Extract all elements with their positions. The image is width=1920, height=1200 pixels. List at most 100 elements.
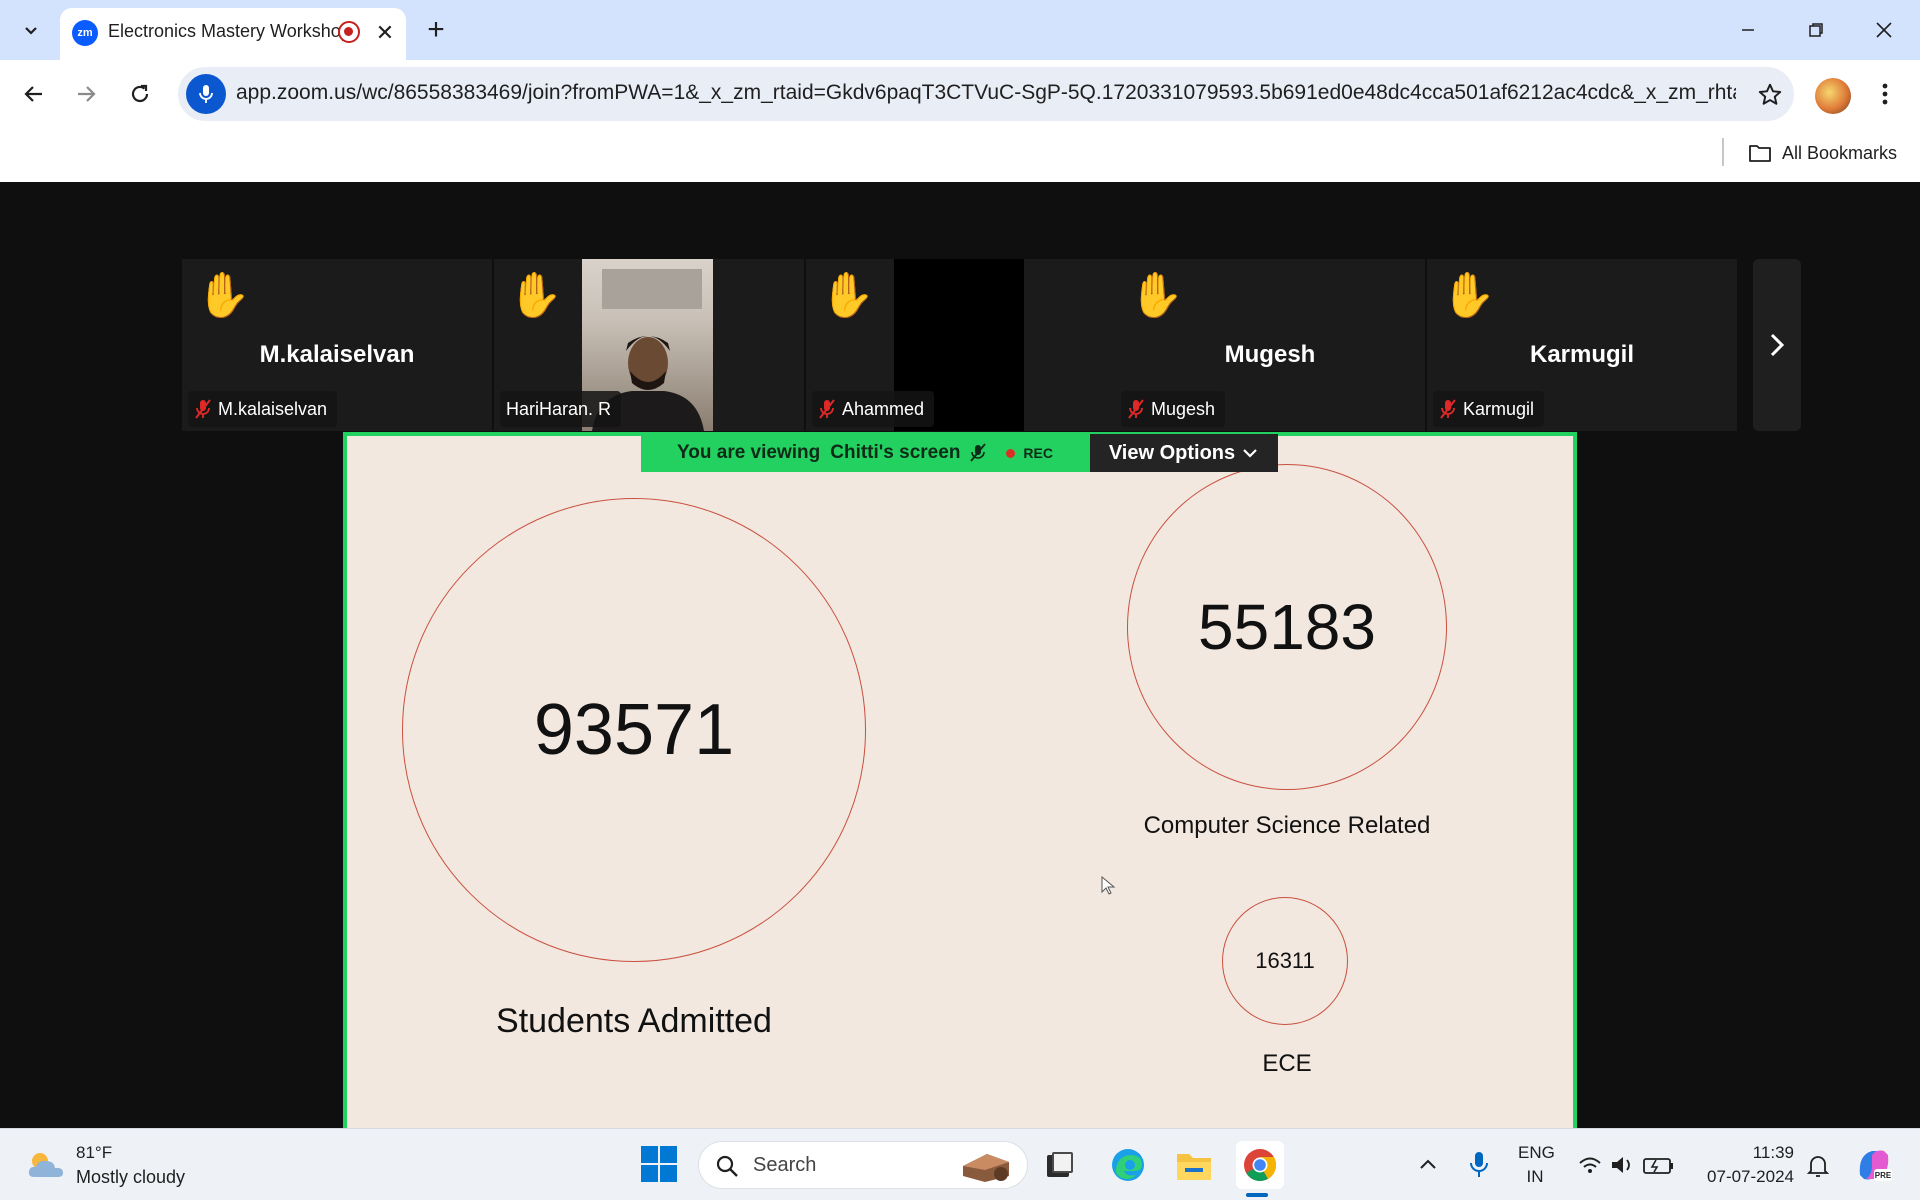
participant-display-name: Mugesh [1224,341,1316,368]
participant-tile[interactable]: ✋ Mugesh Mugesh [1115,259,1425,431]
star-icon [1758,83,1782,105]
participant-tag-label: Ahammed [842,398,925,419]
tab-close-button[interactable]: ✕ [372,20,398,46]
microphone-icon [199,85,213,103]
muted-mic-icon [970,443,987,462]
browser-tab[interactable]: zm Electronics Mastery Workshop ✕ [60,8,406,60]
minimize-button[interactable] [1718,8,1778,52]
participant-tag-label: M.kalaiselvan [218,398,328,419]
chrome-icon [1244,1149,1277,1182]
raised-hand-icon: ✋ [1129,271,1184,320]
muted-mic-icon [819,399,835,419]
bubble-ece: 16311 [1222,897,1348,1025]
bookmarks-divider [1722,138,1724,166]
taskbar-file-explorer[interactable] [1170,1141,1218,1189]
participant-tag-label: Mugesh [1151,398,1216,419]
chevron-down-icon [25,27,37,35]
wifi-volume-battery-icon[interactable] [1578,1151,1678,1179]
screen-share-banner: You are viewing Chitti's screen REC [641,434,1090,472]
raised-hand-icon: ✋ [1441,271,1496,320]
minimize-icon [1742,29,1754,31]
zoom-favicon-icon: zm [72,20,98,46]
view-options-label: View Options [1108,441,1236,464]
bookmarks-bar: All Bookmarks [0,126,1920,182]
windows-start-icon[interactable] [640,1145,678,1183]
address-bar[interactable]: app.zoom.us/wc/86558383469/join?fromPWA=… [178,67,1794,121]
svg-text:PRE: PRE [1875,1171,1892,1180]
reload-button[interactable] [118,72,162,116]
arrow-left-icon [24,86,42,102]
muted-mic-icon [1128,399,1144,419]
new-tab-button[interactable]: + [418,13,454,49]
participant-name-tag: HariHaran. R [500,391,622,427]
bubble-label: Computer Science Related [1143,812,1431,839]
participant-name-tag: Karmugil [1433,391,1545,427]
taskbar-edge[interactable] [1104,1141,1152,1189]
bookmark-star-button[interactable] [1754,79,1786,111]
muted-mic-icon [195,399,211,419]
participant-tag-label: HariHaran. R [506,398,612,419]
folder-icon [1177,1154,1211,1180]
tab-strip: zm Electronics Mastery Workshop ✕ + [0,0,1920,60]
notification-bell-icon[interactable] [1806,1151,1830,1179]
search-icon [716,1155,738,1177]
search-highlight-icon [963,1154,1009,1182]
taskbar-chrome[interactable] [1236,1141,1284,1189]
participant-display-name: Karmugil [1529,341,1634,368]
view-options-button[interactable]: View Options [1090,434,1278,472]
more-vertical-icon [1882,83,1888,105]
reload-icon [131,84,149,103]
recording-indicator-icon [338,21,360,43]
recording-dot-icon [1006,448,1016,458]
restore-icon [1809,23,1823,37]
rec-label: REC [1023,445,1053,461]
language-indicator[interactable]: ENG [1518,1143,1555,1163]
tab-search-button[interactable] [14,12,48,48]
weather-description[interactable]: Mostly cloudy [76,1167,185,1188]
browser-menu-button[interactable] [1870,74,1900,114]
folder-icon [1749,145,1771,162]
bubble-label: Students Admitted [496,1002,772,1040]
cloudy-weather-icon[interactable] [26,1149,66,1181]
participant-display-name: M.kalaiselvan [259,341,415,368]
chevron-down-icon [1243,449,1257,458]
participant-tile[interactable]: ✋ M.kalaiselvan M.kalaiselvan [182,259,492,431]
next-participants-button[interactable] [1753,259,1801,431]
copilot-icon[interactable]: PRE [1854,1145,1894,1185]
muted-mic-icon [1440,399,1456,419]
clock-time[interactable]: 11:39 [1700,1143,1794,1163]
zoom-meeting-area: ✋ M.kalaiselvan M.kalaiselvan ✋ HariHara… [0,182,1920,1128]
chevron-up-icon[interactable] [1416,1151,1440,1179]
shared-screen: 93571 Students Admitted 55183 Computer S… [343,432,1577,1128]
raised-hand-icon: ✋ [196,271,251,320]
participant-tag-label: Karmugil [1463,398,1535,419]
bubble-computer-science: 55183 [1127,464,1447,790]
edge-icon [1112,1149,1144,1181]
close-window-button[interactable] [1854,8,1914,52]
raised-hand-icon: ✋ [820,271,875,320]
mouse-cursor-icon [1101,876,1116,895]
back-button[interactable] [12,72,56,116]
url-text[interactable]: app.zoom.us/wc/86558383469/join?fromPWA=… [236,81,1736,105]
microphone-in-use-icon[interactable] [186,74,226,114]
forward-button[interactable] [64,72,108,116]
taskbar-search-box[interactable]: Search [698,1141,1028,1189]
windows-taskbar: 81°F Mostly cloudy Search ENG IN 11:39 0… [0,1128,1920,1200]
browser-toolbar: app.zoom.us/wc/86558383469/join?fromPWA=… [0,60,1920,126]
all-bookmarks-label: All Bookmarks [1782,142,1898,163]
restore-button[interactable] [1786,8,1846,52]
bubble-value: 93571 [533,690,735,770]
task-view-icon [1047,1152,1073,1177]
language-region[interactable]: IN [1518,1167,1552,1187]
taskbar-task-view[interactable] [1036,1141,1084,1189]
weather-temperature[interactable]: 81°F [76,1143,112,1163]
chevron-right-icon [1770,333,1785,357]
bubble-value: 55183 [1198,591,1376,663]
microphone-icon[interactable] [1466,1149,1492,1181]
all-bookmarks-button[interactable]: All Bookmarks [1748,138,1897,168]
participant-name-tag: Ahammed [812,391,935,427]
participant-tile[interactable]: ✋ Karmugil Karmugil [1427,259,1737,431]
clock-date[interactable]: 07-07-2024 [1700,1167,1794,1187]
participant-name-tag: Mugesh [1121,391,1226,427]
profile-avatar[interactable] [1815,78,1851,114]
